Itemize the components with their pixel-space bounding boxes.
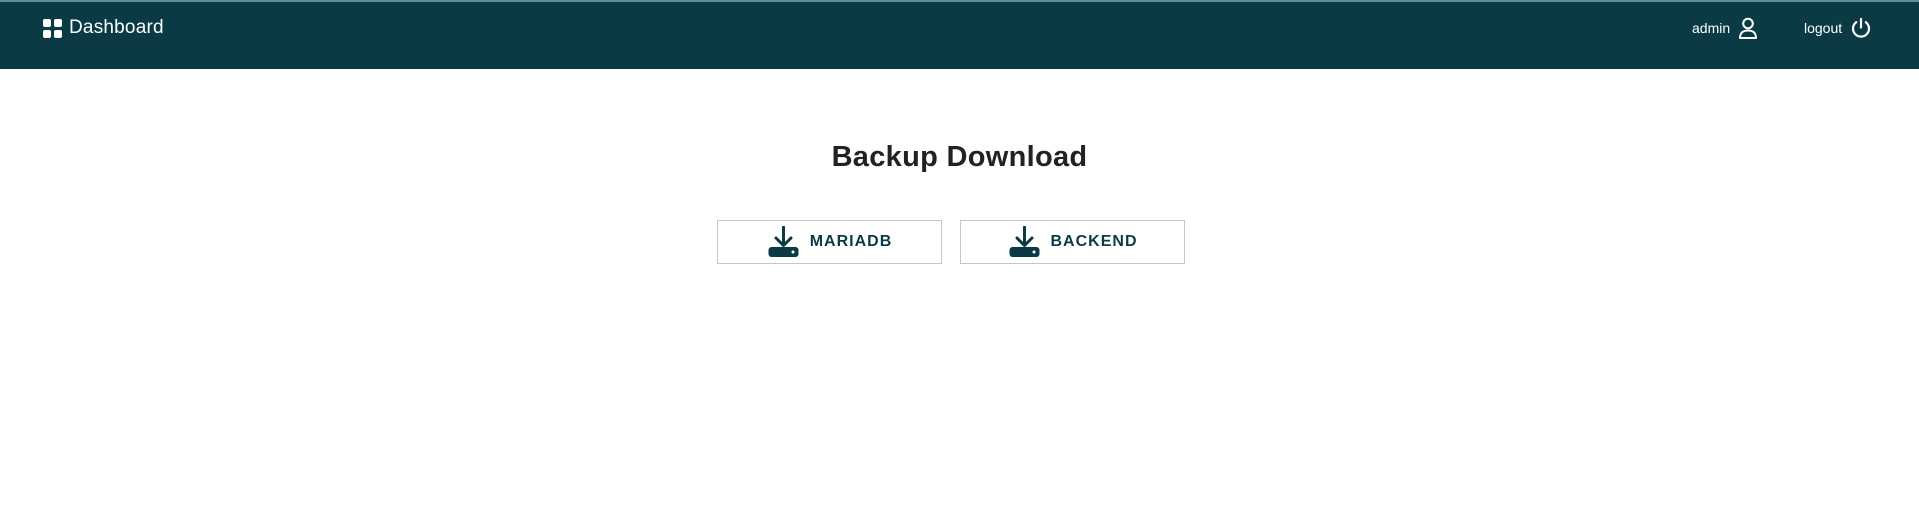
backend-label: BACKEND (1050, 233, 1138, 250)
page-title: Backup Download (831, 141, 1088, 173)
download-to-drive-icon (768, 225, 799, 257)
top-navbar: Dashboard admin logout (0, 0, 1919, 69)
user-menu[interactable]: admin (1692, 17, 1758, 39)
dashboard-label: Dashboard (69, 17, 164, 38)
download-backend-button[interactable]: BACKEND (960, 220, 1185, 264)
dashboard-link[interactable]: Dashboard (43, 17, 164, 39)
mariadb-label: MARIADB (809, 233, 893, 250)
download-to-drive-icon (1009, 225, 1039, 257)
grid-icon (43, 18, 62, 38)
logout-link[interactable]: logout (1804, 17, 1872, 39)
download-mariadb-button[interactable]: MARIADB (717, 220, 942, 264)
user-label: admin (1692, 20, 1731, 36)
user-icon (1739, 17, 1758, 39)
power-icon (1852, 17, 1871, 38)
logout-label: logout (1804, 20, 1843, 36)
